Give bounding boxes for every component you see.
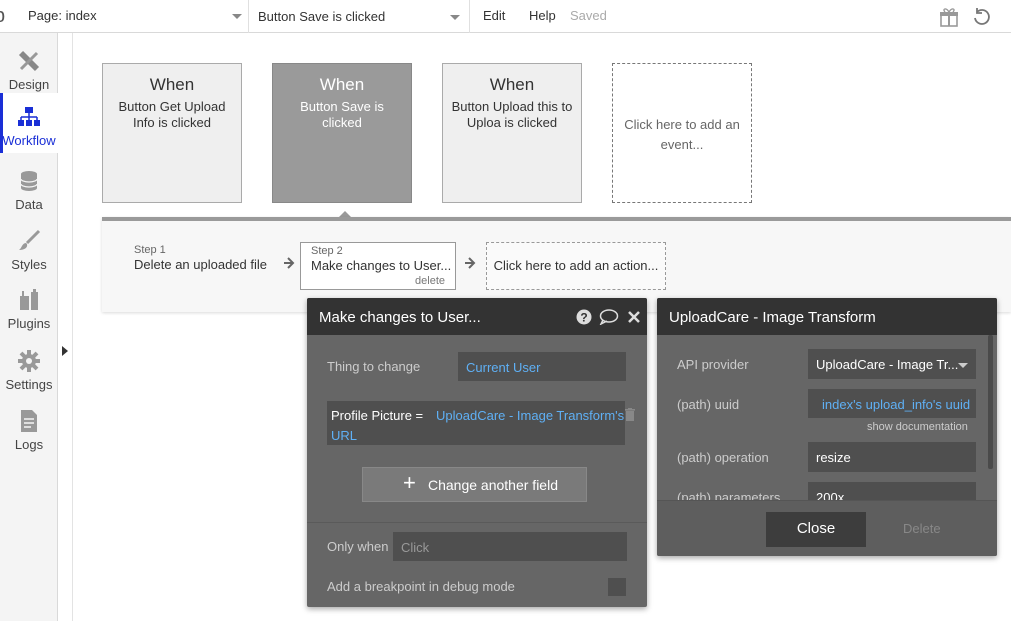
sidebar-item-workflow[interactable]: Workflow [0, 93, 58, 153]
path-operation-label: (path) operation [677, 450, 769, 465]
divider [307, 522, 647, 523]
event-card-upload-this[interactable]: When Button Upload this to Uploa is clic… [442, 63, 582, 203]
only-when-input[interactable]: Click [393, 532, 627, 561]
sidebar-item-label: Styles [11, 257, 47, 272]
database-icon [20, 171, 38, 191]
close-icon[interactable] [626, 309, 642, 325]
step-number: Step 1 [134, 244, 166, 256]
comment-icon[interactable] [599, 309, 619, 325]
sidebar-item-logs[interactable]: Logs [0, 397, 58, 457]
plus-icon: + [403, 470, 416, 495]
event-card-get-upload-info[interactable]: When Button Get Upload Info is clicked [102, 63, 242, 203]
workflow-icon [18, 107, 40, 126]
event-description: Button Upload this to Uploa is clicked [451, 99, 573, 130]
thing-to-change-field[interactable]: Current User [458, 352, 626, 381]
event-description: Button Save is clicked [300, 99, 384, 130]
design-icon [18, 50, 40, 72]
chevron-down-icon [958, 363, 968, 368]
show-documentation-link[interactable]: show documentation [867, 421, 968, 433]
change-another-field-button[interactable]: + Change another field [362, 467, 587, 502]
api-provider-value: UploadCare - Image Tr... [816, 357, 959, 372]
chevron-down-icon [450, 15, 460, 20]
sidebar-item-design[interactable]: Design [0, 37, 58, 97]
event-when-label: When [319, 75, 365, 94]
panel-scroll-area[interactable]: API provider UploadCare - Image Tr... (p… [657, 335, 997, 500]
panel-title: UploadCare - Image Transform [669, 309, 876, 326]
panel-header: UploadCare - Image Transform [657, 298, 997, 335]
left-sidebar: Design Workflow Data Styles Plugins Sett… [0, 33, 58, 621]
event-when-label: When [149, 75, 195, 94]
brush-icon [19, 229, 41, 250]
close-button[interactable]: Close [766, 512, 866, 547]
sidebar-item-label: Data [15, 197, 43, 212]
sidebar-item-data[interactable]: Data [0, 157, 58, 217]
breakpoint-checkbox[interactable] [608, 578, 626, 596]
path-uuid-field[interactable]: index's upload_info's uuid [808, 389, 976, 418]
thing-to-change-label: Thing to change [327, 359, 421, 374]
path-parameters-label: (path) parameters [677, 490, 781, 500]
trash-icon[interactable] [624, 408, 636, 422]
step-1[interactable]: Step 1 Delete an uploaded file [134, 244, 267, 272]
sidebar-item-label: Settings [5, 377, 53, 392]
sidebar-item-styles[interactable]: Styles [0, 217, 58, 277]
field-value-continued[interactable]: URL [331, 428, 357, 443]
sidebar-item-label: Plugins [7, 316, 51, 331]
event-selector-label: Button Save is clicked [258, 9, 386, 24]
chevron-down-icon [232, 14, 242, 19]
field-name-label: Profile Picture = [331, 408, 424, 423]
event-card-save-clicked[interactable]: When Button Save is clicked [272, 63, 412, 203]
arrow-right-icon [284, 257, 295, 269]
gift-icon[interactable] [938, 6, 960, 28]
gear-icon [18, 350, 40, 372]
path-parameters-field[interactable]: 200x [808, 482, 976, 500]
add-event-card[interactable]: Click here to add an event... [612, 63, 752, 203]
step-number: Step 2 [311, 245, 343, 257]
delete-step-link[interactable]: delete [415, 275, 445, 287]
canvas-divider [72, 33, 73, 621]
path-uuid-label: (path) uuid [677, 397, 740, 412]
panel-title: Make changes to User... [319, 309, 481, 326]
page-selector-label: Page: index [28, 8, 97, 23]
panel-footer: Close Delete [657, 500, 997, 556]
svg-text:?: ? [580, 311, 587, 325]
uploadcare-panel: UploadCare - Image Transform API provide… [657, 298, 997, 556]
help-icon[interactable]: ? [576, 309, 592, 325]
plug-icon [20, 289, 38, 310]
add-event-label: Click here to add an event... [624, 117, 740, 152]
arrow-right-icon [465, 257, 476, 269]
sidebar-item-plugins[interactable]: Plugins [0, 276, 58, 336]
top-bar: b Page: index Button Save is clicked Edi… [0, 0, 1011, 33]
sidebar-item-label: Logs [14, 437, 44, 452]
save-status: Saved [570, 8, 607, 23]
breakpoint-label: Add a breakpoint in debug mode [327, 579, 515, 594]
scrollbar[interactable] [988, 335, 993, 469]
path-operation-field[interactable]: resize [808, 442, 976, 472]
sidebar-item-label: Design [8, 77, 50, 92]
bubble-logo[interactable]: b [0, 5, 20, 28]
event-description: Button Get Upload Info is clicked [118, 99, 226, 130]
sidebar-item-settings[interactable]: Settings [0, 337, 58, 397]
undo-icon[interactable] [971, 6, 993, 28]
change-another-field-label: Change another field [428, 477, 558, 493]
api-provider-label: API provider [677, 357, 749, 372]
make-changes-panel: Make changes to User... ? Thing to chang… [307, 298, 647, 607]
sidebar-item-label: Workflow [2, 133, 56, 148]
only-when-label: Only when [327, 539, 389, 554]
document-icon [21, 410, 37, 432]
step-2[interactable]: Step 2 Make changes to User... delete [300, 242, 456, 290]
menu-edit[interactable]: Edit [483, 8, 505, 23]
panel-header: Make changes to User... ? [307, 298, 647, 335]
step-title: Delete an uploaded file [134, 257, 267, 272]
api-provider-dropdown[interactable]: UploadCare - Image Tr... [808, 349, 976, 379]
menu-help[interactable]: Help [529, 8, 556, 23]
field-value[interactable]: UploadCare - Image Transform's [436, 408, 624, 423]
page-selector[interactable]: Page: index [19, 0, 249, 33]
expand-arrow-icon[interactable] [62, 346, 68, 356]
delete-button[interactable]: Delete [903, 521, 941, 536]
event-selector[interactable]: Button Save is clicked [249, 0, 470, 33]
profile-picture-field[interactable]: Profile Picture = UploadCare - Image Tra… [327, 401, 625, 445]
add-action-button[interactable]: Click here to add an action... [486, 242, 666, 290]
step-title: Make changes to User... [311, 258, 452, 273]
event-when-label: When [489, 75, 535, 94]
